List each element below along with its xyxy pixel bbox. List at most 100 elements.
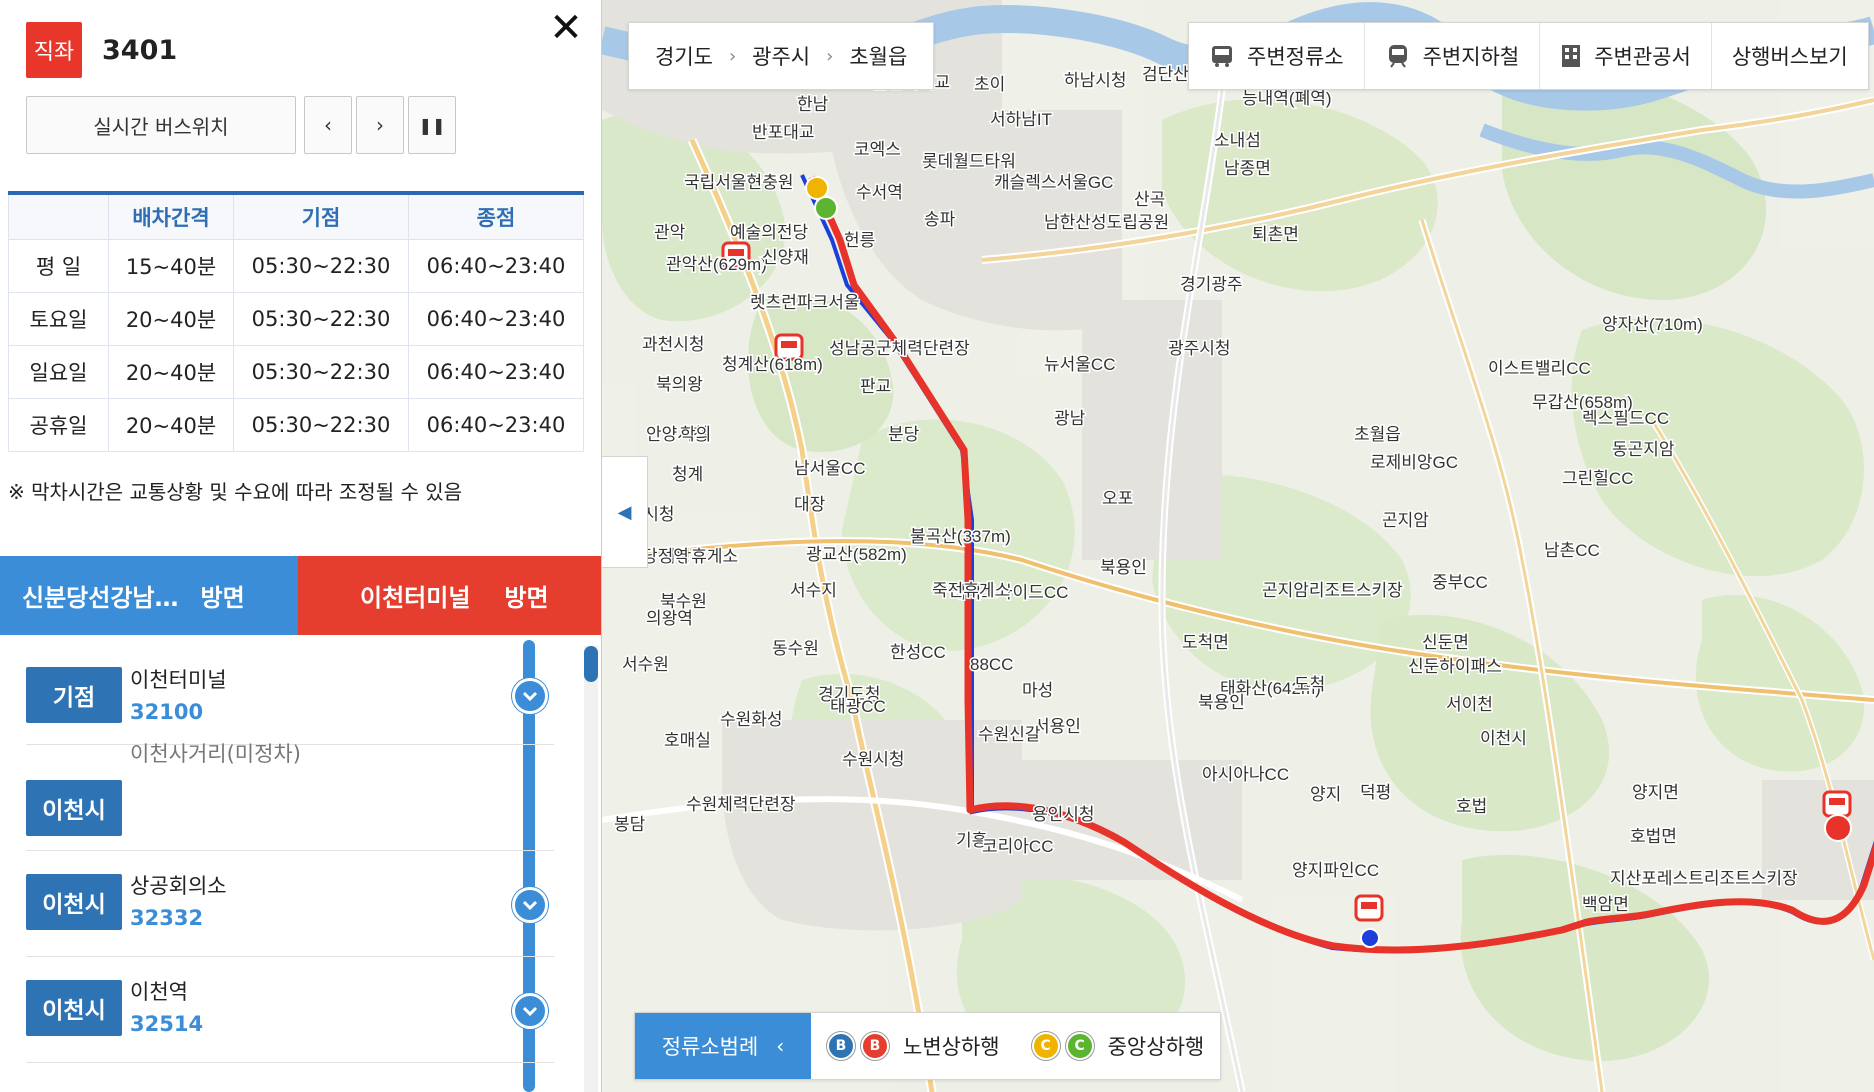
roadside-down-icon: B [827,1032,855,1060]
schedule-day: 일요일 [8,344,109,399]
schedule-end: 06:40~23:40 [408,238,584,293]
schedule-end: 06:40~23:40 [408,397,584,452]
chevron-right-icon: › [728,45,737,67]
list-item[interactable]: 이천시 상공회의소 32332 [26,852,554,957]
map-place-label: 광남 [1054,409,1086,428]
pause-button[interactable]: ❚❚ [408,96,456,154]
map-place-label: 이천시 [1480,729,1527,748]
map-view[interactable]: 국립중앙박물관한남반포대교올림픽대교초이하남시청검단산(650m)능내역(폐역)… [602,0,1874,1092]
schedule-day: 공휴일 [8,397,109,452]
direction-name: 이천터미널 [360,584,471,612]
map-place-label: 퇴촌면 [1252,225,1299,244]
schedule-header-cell: 배차간격 [108,192,234,240]
direction-tabs: 신분당선강남… 방면 이천터미널 방면 [0,556,601,635]
map-place-label: 코리아CC [982,837,1053,856]
map-place-label: 반포대교 [752,123,815,142]
map-place-label: 국립서울현충원 [684,173,793,192]
stop-name: 이천사거리(미정차) [130,742,301,766]
map-place-label: 중부CC [1432,573,1488,592]
map-place-label: 판교 [860,377,891,396]
nearby-stops-button[interactable]: 주변정류소 [1189,23,1365,89]
map-place-label: 분당 [888,425,920,444]
stop-legend-button[interactable]: 정류소범례 ‹ [635,1013,811,1079]
map-toolbar: 주변정류소 주변지하철 주변관공서 상행버스보기 [1188,22,1869,90]
map-place-label: 헌릉 [844,231,875,250]
map-place-label: 서수원 [622,655,669,674]
legend-item-roadside: B B 노변상하행 [811,1031,1016,1061]
map-place-label: 대장 [794,495,826,514]
schedule-row: 일요일 20~40분 05:30~22:30 06:40~23:40 [8,344,584,399]
map-place-label: 청계산(618m) [722,355,823,374]
upbound-bus-button[interactable]: 상행버스보기 [1712,23,1868,89]
map-place-label: 과천시청 [642,335,705,354]
chevron-down-icon[interactable] [512,678,548,714]
map-place-label: 양지 [1310,785,1341,804]
map-place-label: 도척 [1294,675,1325,694]
list-item[interactable]: 이천시 이천사거리(미정차) [26,742,554,851]
map-place-label: 서용인 [1034,717,1081,736]
map-place-label: 한남 [797,95,829,114]
chevron-down-icon[interactable] [512,993,548,1029]
map-place-label: 서수지 [790,581,837,600]
map-place-label: 북용인 [1198,693,1245,712]
collapse-panel-button[interactable]: ◀ [602,456,648,568]
map-place-label: 덕평 [1360,783,1391,802]
map-place-label: 88CC [970,655,1013,674]
schedule-day: 평 일 [8,238,109,293]
schedule-start: 05:30~22:30 [233,291,409,346]
legend-label: 중앙상하행 [1107,1035,1205,1059]
breadcrumb-city[interactable]: 광주시 [752,41,810,71]
bus-icon[interactable] [1354,894,1384,922]
stop-legend-label: 정류소범례 [661,1035,759,1059]
building-icon [1562,45,1581,67]
direction-suffix: 방면 [504,584,549,612]
schedule-interval: 15~40분 [108,238,234,293]
map-place-label: 능내역(폐역) [1242,89,1332,108]
stop-name: 이천역 [130,980,188,1004]
upbound-bus-label: 상행버스보기 [1731,45,1848,69]
stop-list-scrollbar[interactable] [584,646,598,1092]
tab-direction-gangnam[interactable]: 신분당선강남… 방면 [0,556,298,635]
realtime-bus-button[interactable]: 실시간 버스위치 [26,96,296,154]
tab-direction-icheon[interactable]: 이천터미널 방면 [298,556,601,635]
schedule-start: 05:30~22:30 [233,238,409,293]
scrollbar-thumb[interactable] [584,646,598,682]
schedule-note: ※ 막차시간은 교통상황 및 수요에 따라 조정될 수 있음 [8,480,463,504]
map-place-label: 북의왕 [656,375,703,394]
schedule-header-cell: 종점 [408,192,584,240]
map-place-label: 렉스필드CC [1582,409,1669,428]
direction-name: 신분당선강남… [22,584,179,612]
map-place-label: 관악 [654,223,686,242]
schedule-start: 05:30~22:30 [233,344,409,399]
map-place-label: 수원시청 [842,750,905,769]
map-place-label: 코엑스 [854,140,901,159]
stop-id: 32100 [130,700,204,724]
stop-id: 32332 [130,906,204,930]
schedule-day: 토요일 [8,291,109,346]
map-place-label: 남촌CC [1544,541,1600,560]
close-icon[interactable]: ✕ [548,8,584,48]
nearby-subway-button[interactable]: 주변지하철 [1365,23,1541,89]
center-down-icon: C [1031,1032,1060,1060]
map-canvas[interactable]: 국립중앙박물관한남반포대교올림픽대교초이하남시청검단산(650m)능내역(폐역)… [602,0,1874,1092]
map-place-label: 호법 [1456,797,1487,816]
pause-icon: ❚❚ [418,115,446,135]
breadcrumb-province[interactable]: 경기도 [655,41,713,71]
list-item[interactable]: 기점 이천터미널 32100 [26,640,554,745]
breadcrumb-town[interactable]: 초월읍 [849,41,907,71]
map-place-label: 북용인 [1100,558,1147,577]
schedule-header-cell: 기점 [233,192,409,240]
list-item[interactable]: 이천시 이천역 32514 [26,958,554,1063]
map-place-label: 수원체력단련장 [686,795,796,814]
next-button[interactable]: › [356,96,404,154]
map-place-label: 호매실 [664,731,711,750]
map-place-label: 양지파인CC [1292,861,1379,880]
prev-button[interactable]: ‹ [304,96,352,154]
chevron-down-icon[interactable] [512,887,548,923]
bus-icon[interactable] [1822,790,1852,818]
schedule-end: 06:40~23:40 [408,291,584,346]
map-place-label: 봉담 [614,815,646,834]
map-place-label: 광교산(582m) [806,545,907,564]
nearby-offices-button[interactable]: 주변관공서 [1540,23,1712,89]
map-place-label: 수원신갈 [978,725,1041,744]
